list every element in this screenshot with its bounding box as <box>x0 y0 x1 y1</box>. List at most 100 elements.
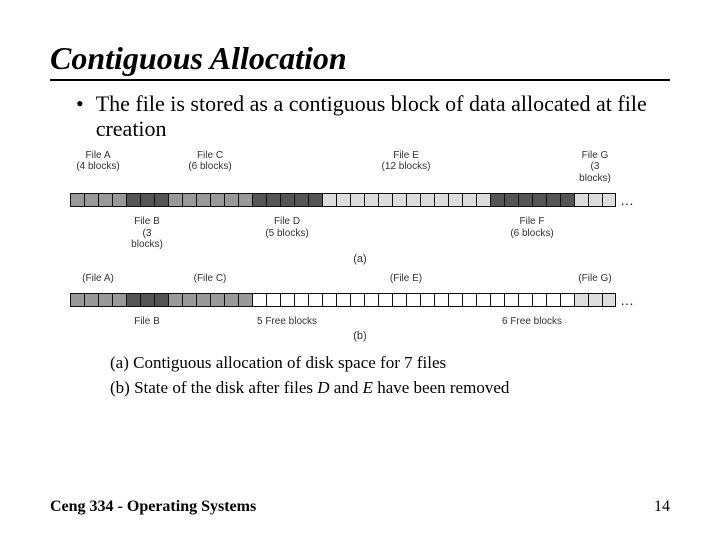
brace: ⏟ <box>70 185 126 189</box>
disk-block <box>154 293 168 307</box>
disk-block <box>546 193 560 207</box>
disk-block <box>322 293 336 307</box>
disk-block <box>252 293 266 307</box>
brace: ⏟ <box>126 309 168 313</box>
brace: ⏟ <box>168 285 252 289</box>
disk-block <box>308 293 322 307</box>
brace: ⏟ <box>126 209 168 213</box>
disk-block <box>462 193 476 207</box>
disk-block <box>448 293 462 307</box>
file-label-top: File A(4 blocks) <box>70 150 126 185</box>
disk-block <box>112 193 126 207</box>
brace: ⏟ <box>168 185 252 189</box>
disk-block <box>378 193 392 207</box>
disk-block <box>504 293 518 307</box>
disk-block <box>476 193 490 207</box>
brace: ⏟ <box>322 185 490 189</box>
file-label-top: File E(12 blocks) <box>322 150 490 185</box>
disk-block <box>476 293 490 307</box>
disk-block <box>140 293 154 307</box>
disk-block <box>84 293 98 307</box>
disk-block <box>406 293 420 307</box>
file-label-bottom: File B <box>126 316 168 328</box>
disk-block <box>126 193 140 207</box>
disk-block <box>280 193 294 207</box>
disk-block <box>378 293 392 307</box>
disk-block <box>392 293 406 307</box>
disk-block <box>560 193 574 207</box>
file-label-top: File G(3 blocks) <box>574 150 616 185</box>
disk-block <box>588 293 602 307</box>
disk-block <box>308 193 322 207</box>
brace: ⏟ <box>322 285 490 289</box>
disk-block <box>210 193 224 207</box>
disk-block <box>434 193 448 207</box>
disk-block <box>70 193 84 207</box>
file-label-top: File C(6 blocks) <box>168 150 252 185</box>
brace: ⏟ <box>574 185 616 189</box>
disk-block <box>350 193 364 207</box>
disk-block <box>546 293 560 307</box>
disk-block <box>490 193 504 207</box>
footer-course: Ceng 334 - Operating Systems <box>50 498 256 516</box>
disk-block <box>504 193 518 207</box>
brace: ⏟ <box>252 309 322 313</box>
ellipsis: … <box>620 295 636 305</box>
disk-block <box>420 193 434 207</box>
disk-block <box>196 293 210 307</box>
disk-block <box>350 293 364 307</box>
brace: ⏟ <box>252 209 322 213</box>
disk-block <box>238 293 252 307</box>
disk-block <box>224 293 238 307</box>
disk-block <box>84 193 98 207</box>
diagram-a-label: (a) <box>70 253 650 265</box>
caption-b: (b) State of the disk after files D and … <box>110 375 670 401</box>
disk-block <box>98 193 112 207</box>
disk-block <box>154 193 168 207</box>
disk-block <box>364 293 378 307</box>
diagram-b-label: (b) <box>70 330 650 342</box>
bullet-item: • The file is stored as a contiguous blo… <box>76 91 670 142</box>
caption-a: (a) Contiguous allocation of disk space … <box>110 350 670 376</box>
captions: (a) Contiguous allocation of disk space … <box>110 350 670 401</box>
disk-block <box>602 293 616 307</box>
disk-block <box>420 293 434 307</box>
diagram-b: (File A)(File C)(File E)(File G) ⏟⏟⏟⏟ … … <box>70 273 650 342</box>
disk-block <box>532 293 546 307</box>
disk-block <box>602 193 616 207</box>
file-label-top: (File E) <box>322 273 490 285</box>
disk-block <box>322 193 336 207</box>
file-label-bottom: 6 Free blocks <box>490 316 574 328</box>
disk-block <box>574 193 588 207</box>
disk-block <box>98 293 112 307</box>
disk-block <box>336 293 350 307</box>
disk-block <box>490 293 504 307</box>
disk-block <box>448 193 462 207</box>
disk-block <box>294 193 308 207</box>
disk-block <box>266 193 280 207</box>
file-label-bottom: File B(3 blocks) <box>126 216 168 251</box>
ellipsis: … <box>620 195 636 205</box>
disk-block <box>462 293 476 307</box>
bullet-dot: • <box>76 91 84 142</box>
brace: ⏟ <box>490 309 574 313</box>
disk-block <box>182 293 196 307</box>
disk-block <box>266 293 280 307</box>
disk-block <box>336 193 350 207</box>
page-number: 14 <box>654 498 670 516</box>
disk-block <box>280 293 294 307</box>
disk-block <box>196 193 210 207</box>
disk-block <box>588 193 602 207</box>
disk-block <box>224 193 238 207</box>
diagram-a: File A(4 blocks) File C(6 blocks) File E(1… <box>70 150 650 265</box>
disk-block <box>406 193 420 207</box>
bullet-text: The file is stored as a contiguous block… <box>96 91 670 142</box>
disk-block <box>574 293 588 307</box>
file-label-top: (File C) <box>168 273 252 285</box>
file-label-bottom: File F(6 blocks) <box>490 216 574 251</box>
brace: ⏟ <box>490 209 574 213</box>
brace: ⏟ <box>574 285 616 289</box>
disk-block <box>238 193 252 207</box>
disk-block <box>532 193 546 207</box>
disk-block <box>252 193 266 207</box>
